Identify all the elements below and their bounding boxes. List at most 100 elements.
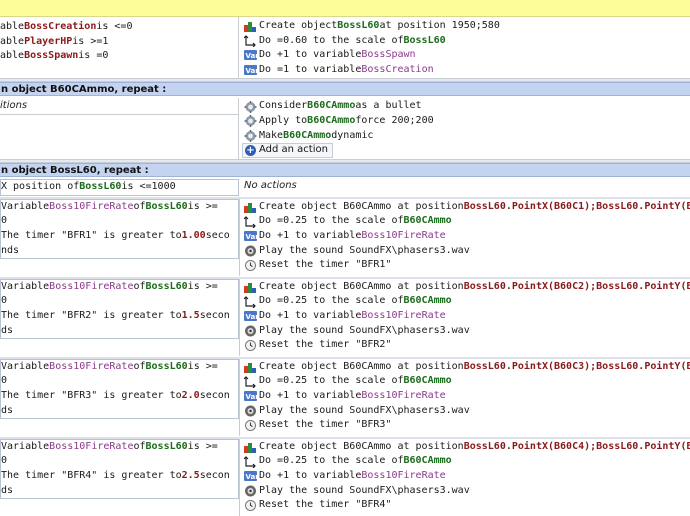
action-item[interactable]: Play the sound SoundFX\phasers3.wav: [240, 484, 690, 499]
condition-line[interactable]: Variable Boss10FireRate of BossL60 is >=: [1, 440, 218, 455]
action-item[interactable]: Play the sound SoundFX\phasers3.wav: [240, 404, 690, 419]
action-item[interactable]: Var Do +1 to variable Boss10FireRate: [240, 309, 690, 324]
text-segment: of: [133, 360, 146, 372]
condition-line[interactable]: ds: [1, 404, 13, 419]
action-item[interactable]: Do =0.25 to the scale of B60CAmmo: [240, 454, 690, 469]
action-item[interactable]: Do =0.25 to the scale of B60CAmmo: [240, 214, 690, 229]
bullet-behavior-icon: [244, 100, 257, 113]
add-action-button[interactable]: + Add an action: [242, 143, 333, 158]
action-item[interactable]: Var Do +1 to variable Boss10FireRate: [240, 469, 690, 484]
subevent-conditions[interactable]: Variable Boss10FireRate of BossL60 is >=…: [0, 278, 239, 340]
condition-line[interactable]: The timer "BFR1" is greater to 1.00 seco: [1, 229, 230, 244]
action-item[interactable]: Do =0.25 to the scale of B60CAmmo: [240, 294, 690, 309]
no-actions-text: No actions: [244, 180, 297, 192]
text-segment: B60CAmmo: [403, 375, 452, 387]
action-item[interactable]: Var Do +1 to variable Boss10FireRate: [240, 389, 690, 404]
text-segment: ds: [1, 404, 14, 416]
action-item[interactable]: Create object B60CAmmo at position BossL…: [240, 440, 690, 455]
create-object-icon: [244, 281, 257, 294]
condition-text: able: [0, 21, 25, 32]
action-item[interactable]: Create object B60CAmmo at position BossL…: [240, 200, 690, 215]
condition-line[interactable]: 0: [1, 294, 7, 309]
text-segment: BossL60.PointX(B60C4);BossL60.PointY(B: [463, 440, 690, 452]
action-item[interactable]: Reset the timer "BFR2": [240, 338, 690, 353]
action-item[interactable]: Create object BossL60 at position 1950;5…: [240, 19, 690, 34]
text-segment: Variable: [1, 200, 50, 212]
action-item[interactable]: Apply to B60CAmmo force 200;200: [240, 114, 690, 129]
text-segment: B60CAmmo: [307, 114, 356, 126]
action-item[interactable]: Var Do +1 to variable BossSpawn: [240, 48, 690, 63]
svg-text:Var: Var: [246, 52, 258, 60]
repeat-for-each-header[interactable]: n object BossL60, repeat :: [0, 163, 690, 178]
condition-line[interactable]: The timer "BFR3" is greater to 2.0 secon: [1, 389, 230, 404]
scale-icon: [243, 35, 257, 48]
action-item[interactable]: Var Do +1 to variable Boss10FireRate: [240, 229, 690, 244]
event-actions[interactable]: Create object BossL60 at position 1950;5…: [240, 17, 690, 80]
subevent-actions[interactable]: Create object B60CAmmo at position BossL…: [240, 278, 690, 356]
variable-icon: Var: [244, 64, 259, 76]
repeat-for-each-header[interactable]: n object B60CAmmo, repeat :: [0, 82, 690, 97]
action-item[interactable]: Var Do =1 to variable BossCreation: [240, 63, 690, 78]
text-segment: of: [133, 280, 146, 292]
event-actions[interactable]: Consider B60CAmmo as a bullet Apply to B6…: [240, 98, 690, 161]
action-item[interactable]: Reset the timer "BFR3": [240, 418, 690, 433]
event-actions[interactable]: No actions: [240, 179, 690, 196]
action-item[interactable]: Do =0.25 to the scale of B60CAmmo: [240, 374, 690, 389]
event-conditions[interactable]: X position of BossL60 is <=1000: [0, 179, 239, 196]
text-segment: The timer "BFR3" is greater to: [1, 389, 182, 401]
text-segment: Make: [259, 129, 284, 141]
text-segment: Reset the timer "BFR1": [259, 259, 392, 271]
action-item[interactable]: Do =0.60 to the scale of BossL60: [240, 34, 690, 49]
condition-line[interactable]: nds: [1, 244, 19, 259]
action-item[interactable]: Create object B60CAmmo at position BossL…: [240, 280, 690, 295]
text-segment: BossCreation: [361, 63, 434, 75]
text-segment: Play the sound SoundFX\phasers3.wav: [259, 404, 470, 416]
condition-line[interactable]: 0: [1, 374, 7, 389]
text-segment: 0: [1, 455, 8, 467]
no-conditions-label: itions: [0, 99, 238, 115]
subevent-conditions[interactable]: Variable Boss10FireRate of BossL60 is >=…: [0, 438, 239, 500]
subevent-conditions[interactable]: Variable Boss10FireRate of BossL60 is >=…: [0, 358, 239, 420]
text-segment: is >=: [187, 440, 218, 452]
text-segment: Create object B60CAmmo at position: [259, 280, 464, 292]
action-item[interactable]: Consider B60CAmmo as a bullet: [240, 99, 690, 114]
variable-icon: Var: [244, 470, 259, 482]
condition-text: is >=1: [72, 35, 109, 47]
condition-line[interactable]: Variable Boss10FireRate of BossL60 is >=: [1, 200, 218, 215]
subevent-conditions[interactable]: Variable Boss10FireRate of BossL60 is >=…: [0, 198, 239, 260]
action-item[interactable]: Play the sound SoundFX\phasers3.wav: [240, 324, 690, 339]
variable-name: BossSpawn: [24, 50, 79, 62]
condition-line[interactable]: 0: [1, 454, 7, 469]
text-segment: of: [133, 440, 146, 452]
no-conditions-text: itions: [0, 100, 28, 112]
subevent-actions[interactable]: Create object B60CAmmo at position BossL…: [240, 358, 690, 436]
condition-item[interactable]: able BossCreation is <=0: [0, 20, 132, 35]
sound-icon: [244, 325, 257, 337]
action-item[interactable]: Play the sound SoundFX\phasers3.wav: [240, 244, 690, 259]
force-icon: [244, 115, 257, 128]
condition-line[interactable]: The timer "BFR4" is greater to 2.5 secon: [1, 469, 230, 484]
condition-line[interactable]: 0: [1, 214, 7, 229]
svg-text:Var: Var: [246, 233, 258, 241]
condition-line[interactable]: ds: [1, 484, 13, 499]
action-item[interactable]: Reset the timer "BFR1": [240, 258, 690, 273]
condition-line[interactable]: ds: [1, 324, 13, 339]
text-segment: Do +1 to variable: [259, 229, 362, 241]
condition-line[interactable]: Variable Boss10FireRate of BossL60 is >=: [1, 360, 218, 375]
text-segment: Boss10FireRate: [361, 229, 446, 241]
condition-line[interactable]: Variable Boss10FireRate of BossL60 is >=: [1, 280, 218, 295]
event-conditions[interactable]: able BossCreation is <=0 able PlayerHP is…: [0, 17, 239, 80]
text-segment: Do +1 to variable: [259, 309, 362, 321]
condition-line[interactable]: The timer "BFR2" is greater to 1.5 secon: [1, 309, 230, 324]
sound-icon: [244, 405, 257, 417]
subevent-actions[interactable]: Create object B60CAmmo at position BossL…: [240, 438, 690, 516]
event-conditions[interactable]: itions: [0, 98, 239, 161]
condition-item[interactable]: able PlayerHP is >=1: [0, 35, 108, 50]
condition-item[interactable]: able BossSpawn is =0: [0, 49, 108, 64]
condition-item[interactable]: X position of BossL60 is <=1000: [1, 180, 176, 195]
subevent-actions[interactable]: Create object B60CAmmo at position BossL…: [240, 198, 690, 276]
action-item[interactable]: Make B60CAmmo dynamic: [240, 129, 690, 144]
action-item[interactable]: Create object B60CAmmo at position BossL…: [240, 360, 690, 375]
selected-event-bar[interactable]: [0, 0, 690, 17]
action-item[interactable]: Reset the timer "BFR4": [240, 498, 690, 513]
